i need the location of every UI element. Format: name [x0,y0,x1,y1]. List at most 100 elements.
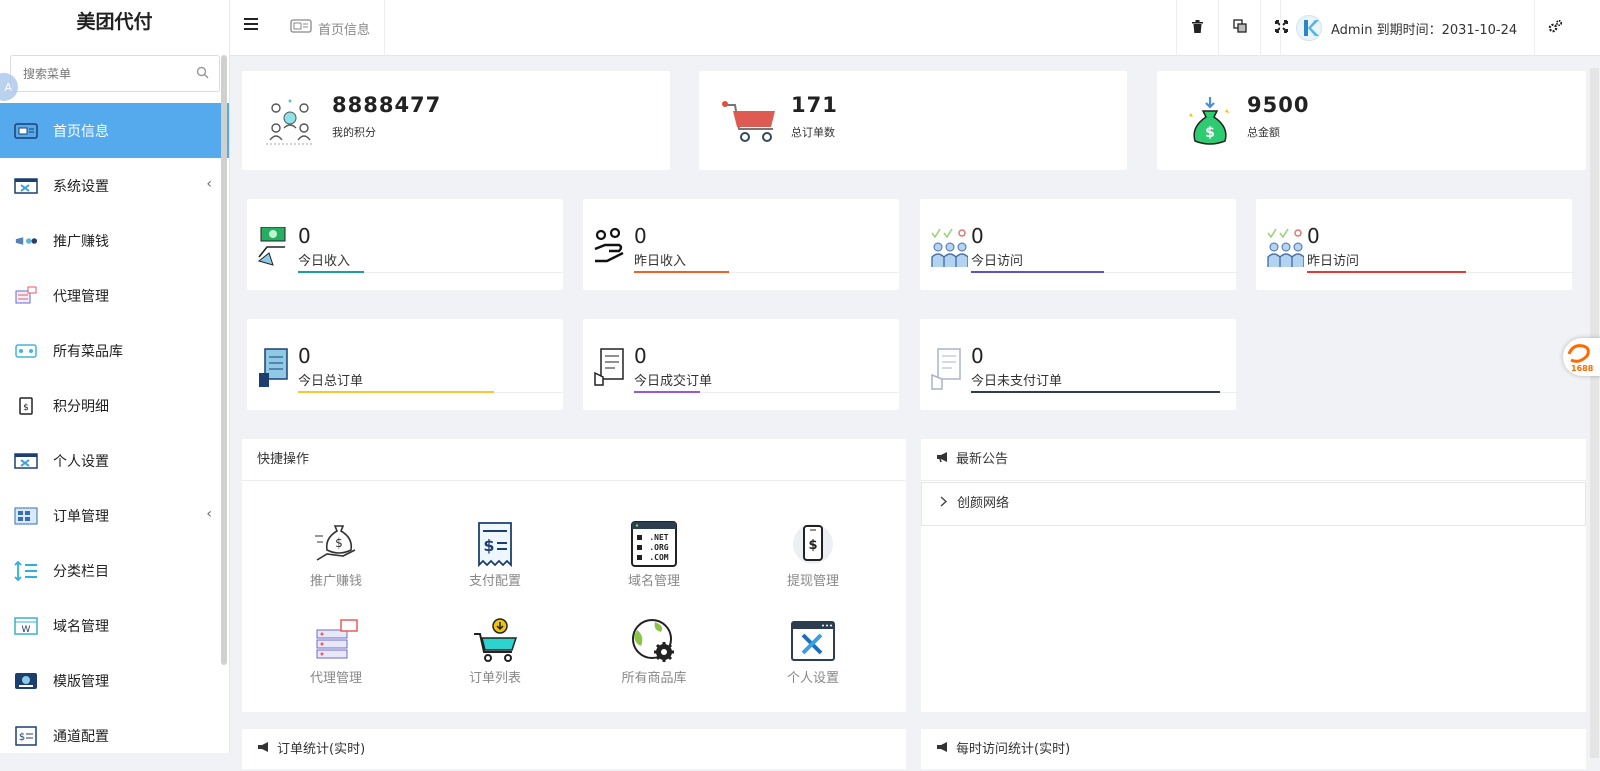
quick-op-label: 代理管理 [309,671,362,686]
stat-card-amount: $ 9500 总金额 [1157,71,1586,170]
svg-text:W: W [22,625,31,635]
order-stats-header: 订单统计(实时) [242,729,906,771]
notice-header: 最新公告 [921,439,1586,481]
sidebar-item-label: 积分明细 [53,398,109,415]
stat-value: 0 [971,224,984,248]
quick-op-promote[interactable]: $ 推广赚钱 [281,520,391,589]
notice-panel: 最新公告 创颜网络 [921,439,1586,712]
cart-download-icon [471,617,519,665]
page-scrollbar[interactable] [1590,68,1599,758]
window-tools-icon [789,617,837,665]
sidebar-item-channel[interactable]: $ 通道配置 [0,708,229,753]
cash-hand-icon [257,226,289,273]
quick-op-label: 支付配置 [468,574,521,589]
settings-icon [1548,19,1563,37]
sidebar-scrollbar[interactable] [221,55,227,665]
sidebar-item-label: 所有菜品库 [53,343,123,360]
notice-item[interactable]: 创颜网络 [921,482,1586,526]
domain-icon: W [14,615,38,637]
search-icon[interactable] [196,66,209,83]
svg-text:$: $ [483,536,494,555]
quick-op-order-list[interactable]: 订单列表 [440,617,550,686]
stat-label: 总金额 [1247,126,1280,139]
quick-op-payment-config[interactable]: $ 支付配置 [440,520,550,589]
sidebar-item-system-settings[interactable]: 系统设置 ‹ [0,158,229,213]
sidebar-item-personal[interactable]: 个人设置 [0,433,229,488]
visitors-icon [1266,227,1305,275]
svg-text:$: $ [19,732,25,743]
stat-label: 总订单数 [791,126,835,139]
sidebar-item-points[interactable]: $ 积分明细 [0,378,229,433]
sidebar-item-dish-library[interactable]: 所有菜品库 [0,323,229,378]
clear-cache-button[interactable] [1176,0,1218,56]
user-menu[interactable]: Admin 到期时间：2031-10-24 [1280,0,1534,56]
quick-ops-panel: 快捷操作 $ 推广赚钱 $ 支付配置 .NET .ORG .COM 域名管理 $ 提… [242,439,906,712]
visit-stats-title: 每时访问统计(实时) [956,742,1071,757]
chevron-left-icon: ‹ [206,506,212,522]
sidebar-item-category[interactable]: 分类栏目 [0,543,229,598]
theme-settings-button[interactable] [1534,0,1576,56]
quick-op-label: 订单列表 [468,671,521,686]
order-stats-title: 订单统计(实时) [277,742,366,757]
breadcrumb-tab[interactable]: 首页信息 [290,0,386,56]
stat-progress-bar [634,271,729,273]
quick-op-label: 所有商品库 [621,671,687,686]
alibaba-logo-icon: 1688 [1567,344,1594,373]
translate-button[interactable] [1218,0,1260,56]
sidebar-item-label: 代理管理 [53,288,109,305]
order-doc-icon [257,347,291,395]
sidebar-item-agent[interactable]: 代理管理 [0,268,229,323]
visit-stats-panel: 每时访问统计(实时) [921,729,1586,769]
stat-value: 0 [298,344,311,368]
stat-label: 今日未支付订单 [971,374,1063,389]
menu-toggle-icon[interactable] [244,18,258,32]
stat-label: 今日成交订单 [634,374,713,389]
quick-op-personal-settings[interactable]: 个人设置 [758,617,868,686]
sidebar-item-promote[interactable]: 推广赚钱 [0,213,229,268]
tools-icon [14,175,38,197]
stat-card-today-unpaid: 0 今日未支付订单 [920,319,1236,410]
stat-card-points: 8888477 我的积分 [242,71,670,170]
sidebar-item-domain[interactable]: W 域名管理 [0,598,229,653]
notice-item-label: 创颜网络 [957,496,1010,511]
stat-card-yesterday-visits: 0 昨日访问 [1256,199,1572,290]
dashboard-icon [290,19,312,37]
stat-value: 0 [634,344,647,368]
stat-progress-bar [1307,271,1466,273]
quick-ops-header: 快捷操作 [242,439,906,481]
sidebar-item-label: 订单管理 [53,508,109,525]
stat-value: 0 [1307,224,1320,248]
megaphone-icon [936,439,950,481]
svg-text:.ORG: .ORG [649,543,668,552]
money-bag-icon: $ [1187,95,1233,151]
sidebar-item-label: 个人设置 [53,453,109,470]
stat-card-today-visits: 0 今日访问 [920,199,1236,290]
quick-op-agent[interactable]: 代理管理 [281,617,391,686]
stat-progress-bar [298,391,494,393]
alibaba-1688-badge[interactable]: 1688 [1563,338,1600,376]
stat-label: 我的积分 [332,126,376,139]
unpaid-doc-icon [930,347,964,395]
sidebar: 美团代付 A 首页信息 系统设置 ‹ 推广赚钱 代理管理 所有菜品库 [0,0,230,753]
server-icon [312,617,360,665]
stat-label: 昨日收入 [634,254,687,269]
stat-progress-bar [298,271,364,273]
megaphone-icon [257,729,271,771]
stat-card-yesterday-income: 0 昨日收入 [583,199,899,290]
sidebar-item-orders[interactable]: 订单管理 ‹ [0,488,229,543]
quick-op-domain[interactable]: .NET .ORG .COM 域名管理 [599,520,709,589]
quick-op-label: 域名管理 [627,574,680,589]
dashboard-icon [14,120,38,142]
stat-value: 9500 [1247,93,1310,117]
points-icon: $ [14,395,38,417]
quick-op-withdraw[interactable]: $ 提现管理 [758,520,868,589]
quick-op-label: 提现管理 [786,574,839,589]
menu-search-input[interactable] [11,56,181,91]
order-icon [14,505,38,527]
stat-value: 0 [298,224,311,248]
quick-op-product-library[interactable]: 所有商品库 [599,617,709,686]
menu-search-box[interactable] [10,55,220,92]
sidebar-item-home[interactable]: 首页信息 [0,103,229,158]
sidebar-item-template[interactable]: 模版管理 [0,653,229,708]
sidebar-item-label: 首页信息 [53,123,109,140]
